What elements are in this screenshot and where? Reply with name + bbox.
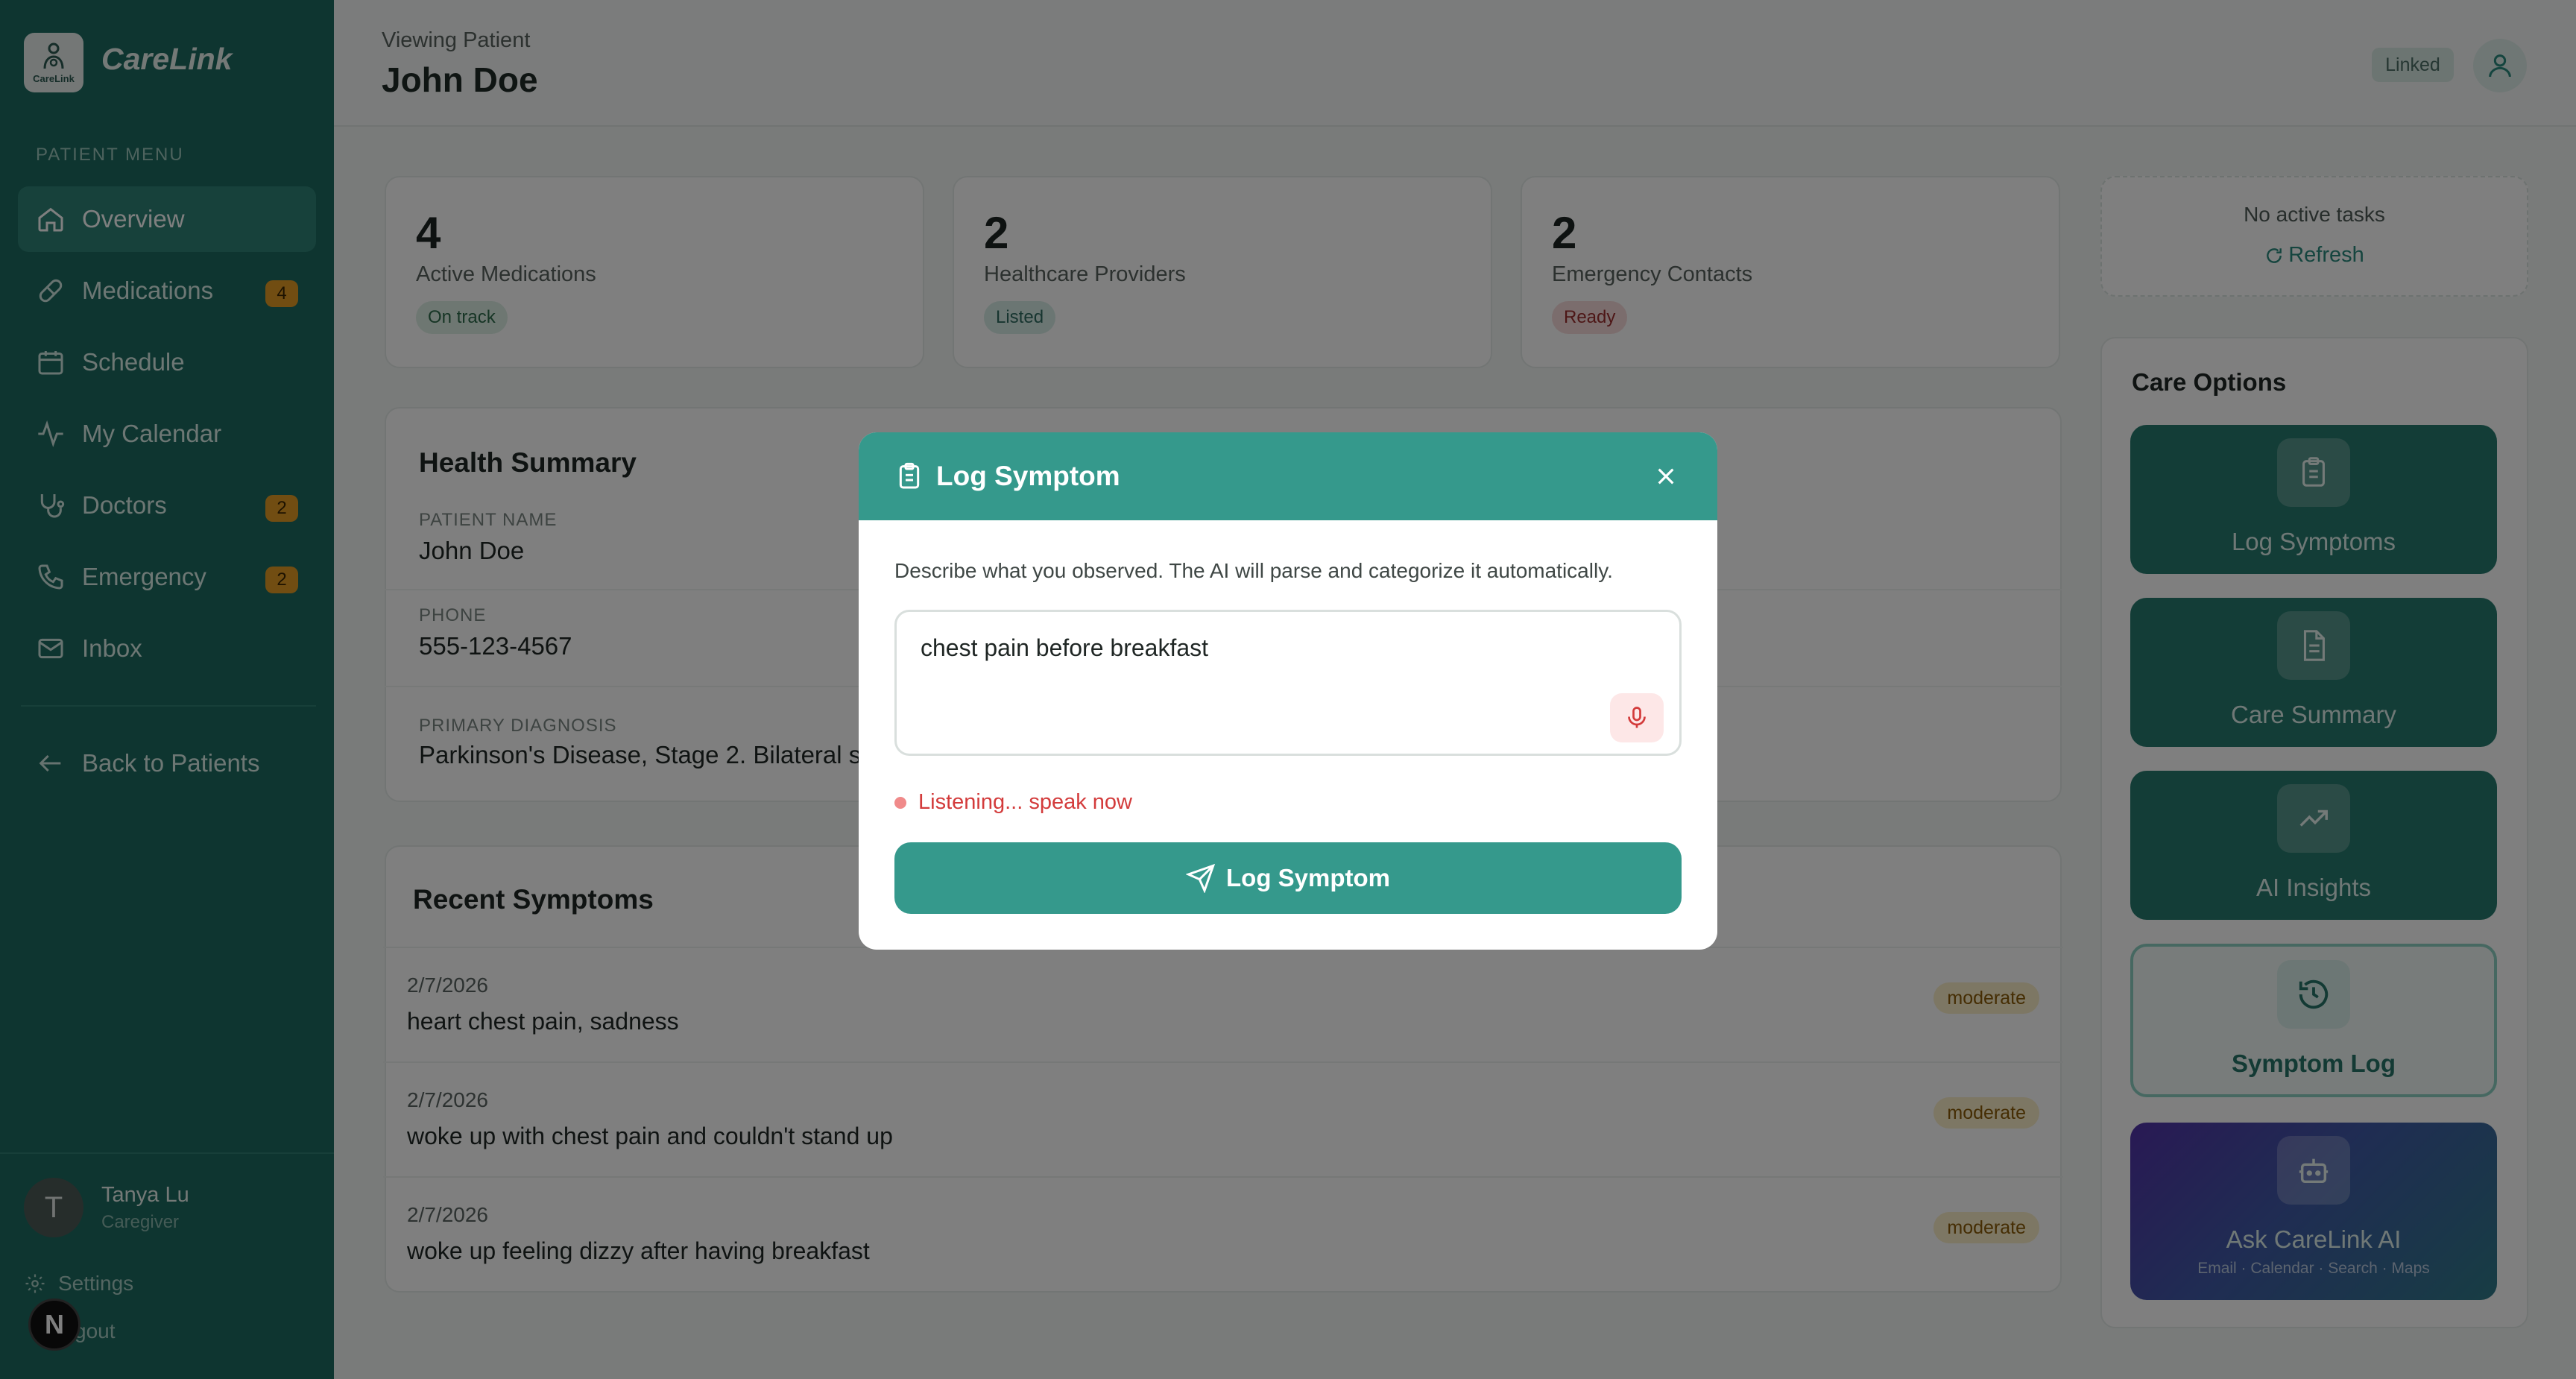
clipboard-icon [899, 462, 920, 489]
listening-text: Listening... speak now [918, 790, 1132, 814]
modal-header: Log Symptom [859, 432, 1717, 520]
modal-description: Describe what you observed. The AI will … [894, 559, 1613, 582]
symptom-input[interactable]: chest pain before breakfast [894, 610, 1682, 756]
submit-label: Log Symptom [1226, 864, 1390, 892]
send-icon [1186, 863, 1216, 893]
close-button[interactable] [1650, 461, 1682, 492]
modal-title: Log Symptom [936, 461, 1120, 491]
microphone-button[interactable] [1610, 693, 1664, 742]
recording-dot [894, 796, 906, 809]
log-symptom-modal: Log Symptom Describe what you observed. … [859, 432, 1717, 950]
close-icon [1658, 468, 1674, 485]
listening-indicator: Listening... speak now [894, 790, 1132, 815]
log-symptom-submit-button[interactable]: Log Symptom [894, 842, 1682, 914]
microphone-icon [1628, 707, 1646, 728]
